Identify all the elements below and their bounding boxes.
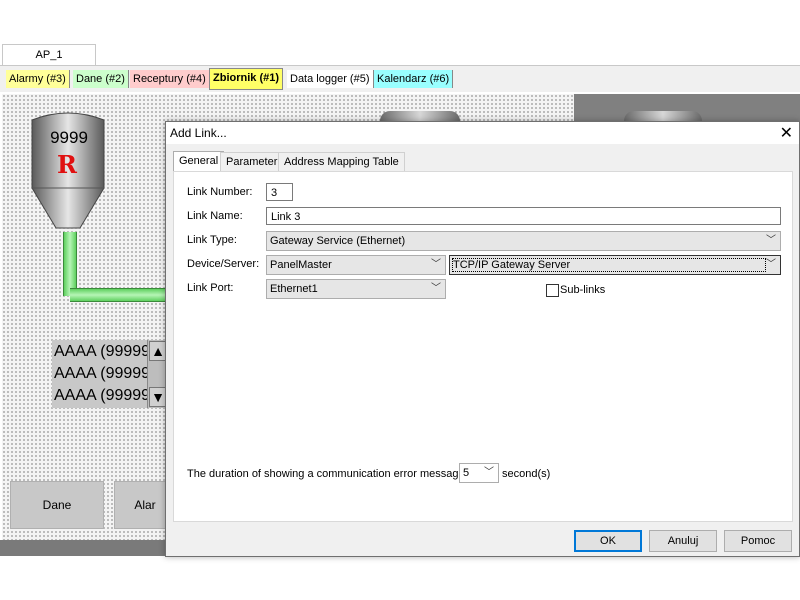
general-panel: Link Number: 3 Link Name: Link 3 Link Ty… [173, 171, 793, 522]
pipe-horizontal [70, 288, 170, 302]
duration-unit: second(s) [502, 468, 551, 480]
tab-dane[interactable]: Dane (#2) [73, 70, 129, 88]
ok-button[interactable]: OK [574, 530, 642, 552]
server-value: TCP/IP Gateway Server [453, 259, 571, 271]
tab-parameter[interactable]: Parameter [220, 152, 284, 172]
server-select[interactable]: TCP/IP Gateway Server ﹀ [449, 255, 781, 275]
device-server-label: Device/Server: [187, 258, 260, 270]
link-port-value: Ethernet1 [270, 283, 318, 295]
chevron-down-icon: ﹀ [766, 259, 776, 270]
dialog-titlebar: Add Link... ✕ [166, 122, 799, 144]
device-value: PanelMaster [270, 259, 332, 271]
link-type-value: Gateway Service (Ethernet) [270, 235, 406, 247]
chevron-down-icon: ﹀ [431, 283, 441, 294]
chevron-down-icon: ﹀ [484, 467, 494, 478]
duration-value: 5 [463, 467, 470, 479]
duration-label: The duration of showing a communication … [187, 468, 468, 480]
link-number-field[interactable]: 3 [266, 183, 293, 201]
tab-address-mapping-table[interactable]: Address Mapping Table [278, 152, 405, 172]
document-tab-ap1[interactable]: AP_1 [2, 44, 96, 67]
duration-select[interactable]: 5 ﹀ [459, 463, 499, 483]
hmi-button-dane[interactable]: Dane [10, 481, 104, 529]
tab-kalendarz[interactable]: Kalendarz (#6) [374, 70, 454, 88]
alarm-list[interactable]: AAAA (99999 AAAA (99999 AAAA (99999 [52, 340, 148, 408]
help-button[interactable]: Pomoc [724, 530, 792, 552]
dialog-title: Add Link... [170, 126, 227, 140]
chevron-down-icon: ﹀ [431, 259, 441, 270]
link-port-label: Link Port: [187, 282, 234, 294]
add-link-dialog: Add Link... ✕ General Parameter Address … [165, 121, 800, 557]
link-number-label: Link Number: [187, 186, 253, 198]
tank-level-value: 9999 [50, 128, 88, 147]
list-item[interactable]: AAAA (99999 [54, 342, 148, 362]
tank-top-2 [380, 111, 460, 121]
tab-alarmy[interactable]: Alarmy (#3) [6, 70, 70, 88]
sub-links-checkbox[interactable] [546, 284, 559, 297]
tab-zbiornik[interactable]: Zbiornik (#1) [209, 68, 284, 90]
tab-receptury[interactable]: Receptury (#4) [130, 70, 210, 88]
sub-links-label: Sub-links [560, 284, 606, 296]
device-select[interactable]: PanelMaster ﹀ [266, 255, 446, 275]
list-item[interactable]: AAAA (99999 [54, 386, 148, 406]
tab-data-logger[interactable]: Data logger (#5) [287, 70, 374, 88]
chevron-down-icon: ﹀ [766, 235, 776, 246]
tab-general[interactable]: General [173, 151, 225, 173]
link-type-label: Link Type: [187, 234, 237, 246]
pipe-vertical [63, 232, 77, 296]
close-icon[interactable]: ✕ [780, 123, 793, 143]
link-name-field[interactable]: Link 3 [266, 207, 781, 225]
screen-tab-strip: Alarmy (#3) Dane (#2) Receptury (#4) Zbi… [0, 66, 800, 92]
tank-top-3 [624, 111, 702, 121]
list-item[interactable]: AAAA (99999 [54, 364, 148, 384]
link-port-select[interactable]: Ethernet1 ﹀ [266, 279, 446, 299]
cancel-button[interactable]: Anuluj [649, 530, 717, 552]
link-name-label: Link Name: [187, 210, 243, 222]
tank-letter: R [57, 150, 77, 179]
link-type-select[interactable]: Gateway Service (Ethernet) ﹀ [266, 231, 781, 251]
